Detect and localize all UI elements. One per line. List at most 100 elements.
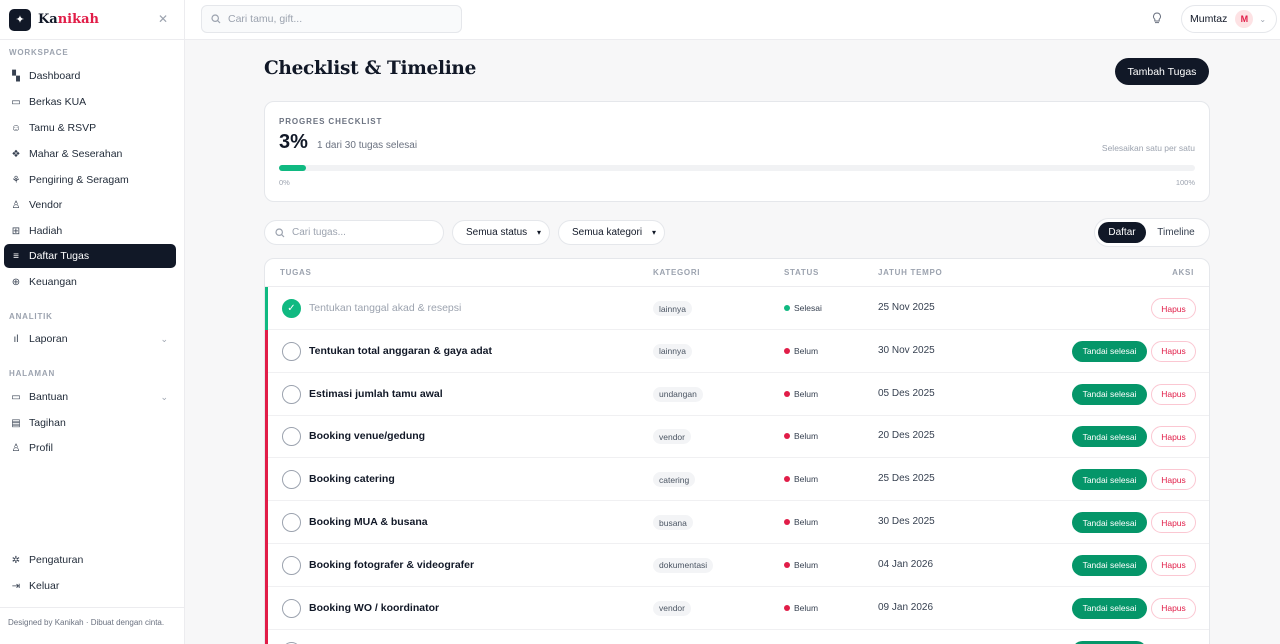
user-menu[interactable]: Mumtaz M ⌄ [1181,5,1277,33]
sidebar-item-label: Dashboard [29,70,81,82]
view-timeline-button[interactable]: Timeline [1151,222,1201,243]
list-icon: ≡ [13,250,19,262]
table-row [265,630,1209,644]
status-badge: Belum [784,560,818,570]
sidebar-item-label: Daftar Tugas [29,250,90,262]
global-search[interactable] [201,5,462,33]
status-dot [784,305,790,311]
mark-done-button[interactable]: Tandai selesai [1072,512,1147,533]
task-name: Tentukan total anggaran & gaya adat [309,344,493,357]
sidebar-item-tagihan[interactable]: ▤ Tagihan [4,411,176,435]
task-search[interactable] [264,220,444,245]
add-task-button[interactable]: Tambah Tugas [1115,58,1209,85]
task-checkbox[interactable] [282,513,301,532]
user-name: Mumtaz [1190,13,1228,25]
due-date: 04 Jan 2026 [878,558,934,570]
brand-name[interactable]: Kanikah [38,12,99,27]
close-icon[interactable]: ✕ [156,12,170,26]
sidebar-item-tamu-rsvp[interactable]: ☺ Tamu & RSVP [4,116,176,140]
global-search-input[interactable] [228,13,448,25]
sidebar-item-bantuan[interactable]: ▭ Bantuan ⌄ [4,385,176,409]
progress-fill [279,165,307,171]
table-row: Booking venue/gedung vendor Belum 20 Des 20… [265,415,1209,459]
sidebar-item-mahar[interactable]: ❖ Mahar & Seserahan [4,142,176,166]
status-select[interactable]: Semua status ▾ [452,220,550,245]
sidebar-item-laporan[interactable]: ıl Laporan ⌄ [4,327,176,351]
column-header-due: JATUH TEMPO [878,268,943,277]
view-toggle: Daftar Timeline [1094,218,1210,247]
category-badge: dokumentasi [653,557,714,573]
delete-button[interactable]: Hapus [1151,512,1196,533]
status-text: Belum [794,559,819,570]
sidebar-item-vendor[interactable]: ♙ Vendor [4,193,176,217]
status-bar [265,543,268,587]
sidebar-item-profil[interactable]: ♙ Profil [4,436,176,460]
user-icon: ♙ [11,199,21,211]
progress-label: PROGRES CHECKLIST [279,117,383,126]
sidebar-item-keuangan[interactable]: ⊕ Keuangan [4,270,176,294]
sidebar-item-hadiah[interactable]: ⊞ Hadiah [4,219,176,243]
table-row: Estimasi jumlah tamu awal undangan Belum 05… [265,372,1209,416]
sidebar-item-daftar-tugas[interactable]: ≡ Daftar Tugas [4,244,176,268]
task-search-input[interactable] [292,227,432,238]
view-list-button[interactable]: Daftar [1098,222,1146,243]
delete-button[interactable]: Hapus [1151,469,1196,491]
table-row: Booking WO / koordinator vendor Belum 09 Ja… [265,586,1209,630]
delete-button[interactable]: Hapus [1151,340,1196,362]
task-checkbox[interactable] [282,384,301,404]
sidebar-item-keluar[interactable]: ⇥ Keluar [4,574,176,598]
status-dot [784,347,790,354]
sidebar-item-pengiring[interactable]: ⚘ Pengiring & Seragam [4,168,176,192]
users-icon: ☺ [10,122,22,134]
task-checkbox[interactable] [282,470,301,490]
sparkle-icon: ❖ [11,148,21,160]
due-date: 30 Des 2025 [878,516,935,527]
task-checkbox[interactable] [282,341,301,361]
status-badge: Belum [784,517,818,527]
lightbulb-icon[interactable] [1152,12,1162,27]
task-checkbox[interactable] [282,427,301,447]
mark-done-button[interactable]: Tandai selesai [1072,426,1147,448]
sidebar-item-label: Profil [29,442,53,454]
search-icon [211,14,221,24]
status-dot [784,390,790,397]
task-checkbox[interactable] [282,555,301,575]
sidebar-item-berkas-kua[interactable]: ▭ Berkas KUA [4,90,176,114]
task-name: Booking WO / koordinator [309,601,440,614]
due-date: 25 Des 2025 [878,473,935,485]
mark-done-button[interactable]: Tandai selesai [1072,383,1147,405]
sidebar-item-dashboard[interactable]: ▚ Dashboard [4,64,176,88]
avatar: M [1235,10,1254,28]
mark-done-button[interactable]: Tandai selesai [1072,597,1147,619]
progress-min-label: 0% [279,178,290,187]
delete-button[interactable]: Hapus [1151,298,1196,319]
mark-done-button[interactable]: Tandai selesai [1072,340,1147,362]
gear-icon: ✲ [11,554,21,566]
task-checkbox[interactable]: ✓ [282,299,301,318]
mark-done-button[interactable]: Tandai selesai [1072,469,1147,491]
task-checkbox[interactable] [282,598,301,618]
category-badge: busana [653,515,693,530]
due-date: 05 Des 2025 [878,387,935,399]
category-select[interactable]: Semua kategori ▾ [558,220,665,245]
status-bar [265,372,268,416]
sidebar-item-pengaturan[interactable]: ✲ Pengaturan [4,548,176,572]
brand-name-prefix: Ka [38,12,58,27]
status-badge: Selesai [784,303,822,313]
delete-button[interactable]: Hapus [1151,426,1196,448]
delete-button[interactable]: Hapus [1151,597,1196,619]
delete-button[interactable]: Hapus [1151,554,1196,576]
progress-hint: Selesaikan satu per satu [1101,143,1195,153]
category-badge: lainnya [653,301,692,316]
gift-icon: ⊞ [11,225,21,237]
delete-button[interactable]: Hapus [1151,383,1196,405]
divider [0,607,184,608]
column-header-action: AKSI [1172,268,1194,277]
status-text: Belum [794,517,819,527]
shirt-icon: ⚘ [11,174,21,186]
mark-done-button[interactable]: Tandai selesai [1072,554,1147,576]
page-title: Checklist & Timeline [264,58,477,79]
category-badge: undangan [653,386,703,402]
status-dot [784,476,790,483]
status-badge: Belum [784,389,818,399]
